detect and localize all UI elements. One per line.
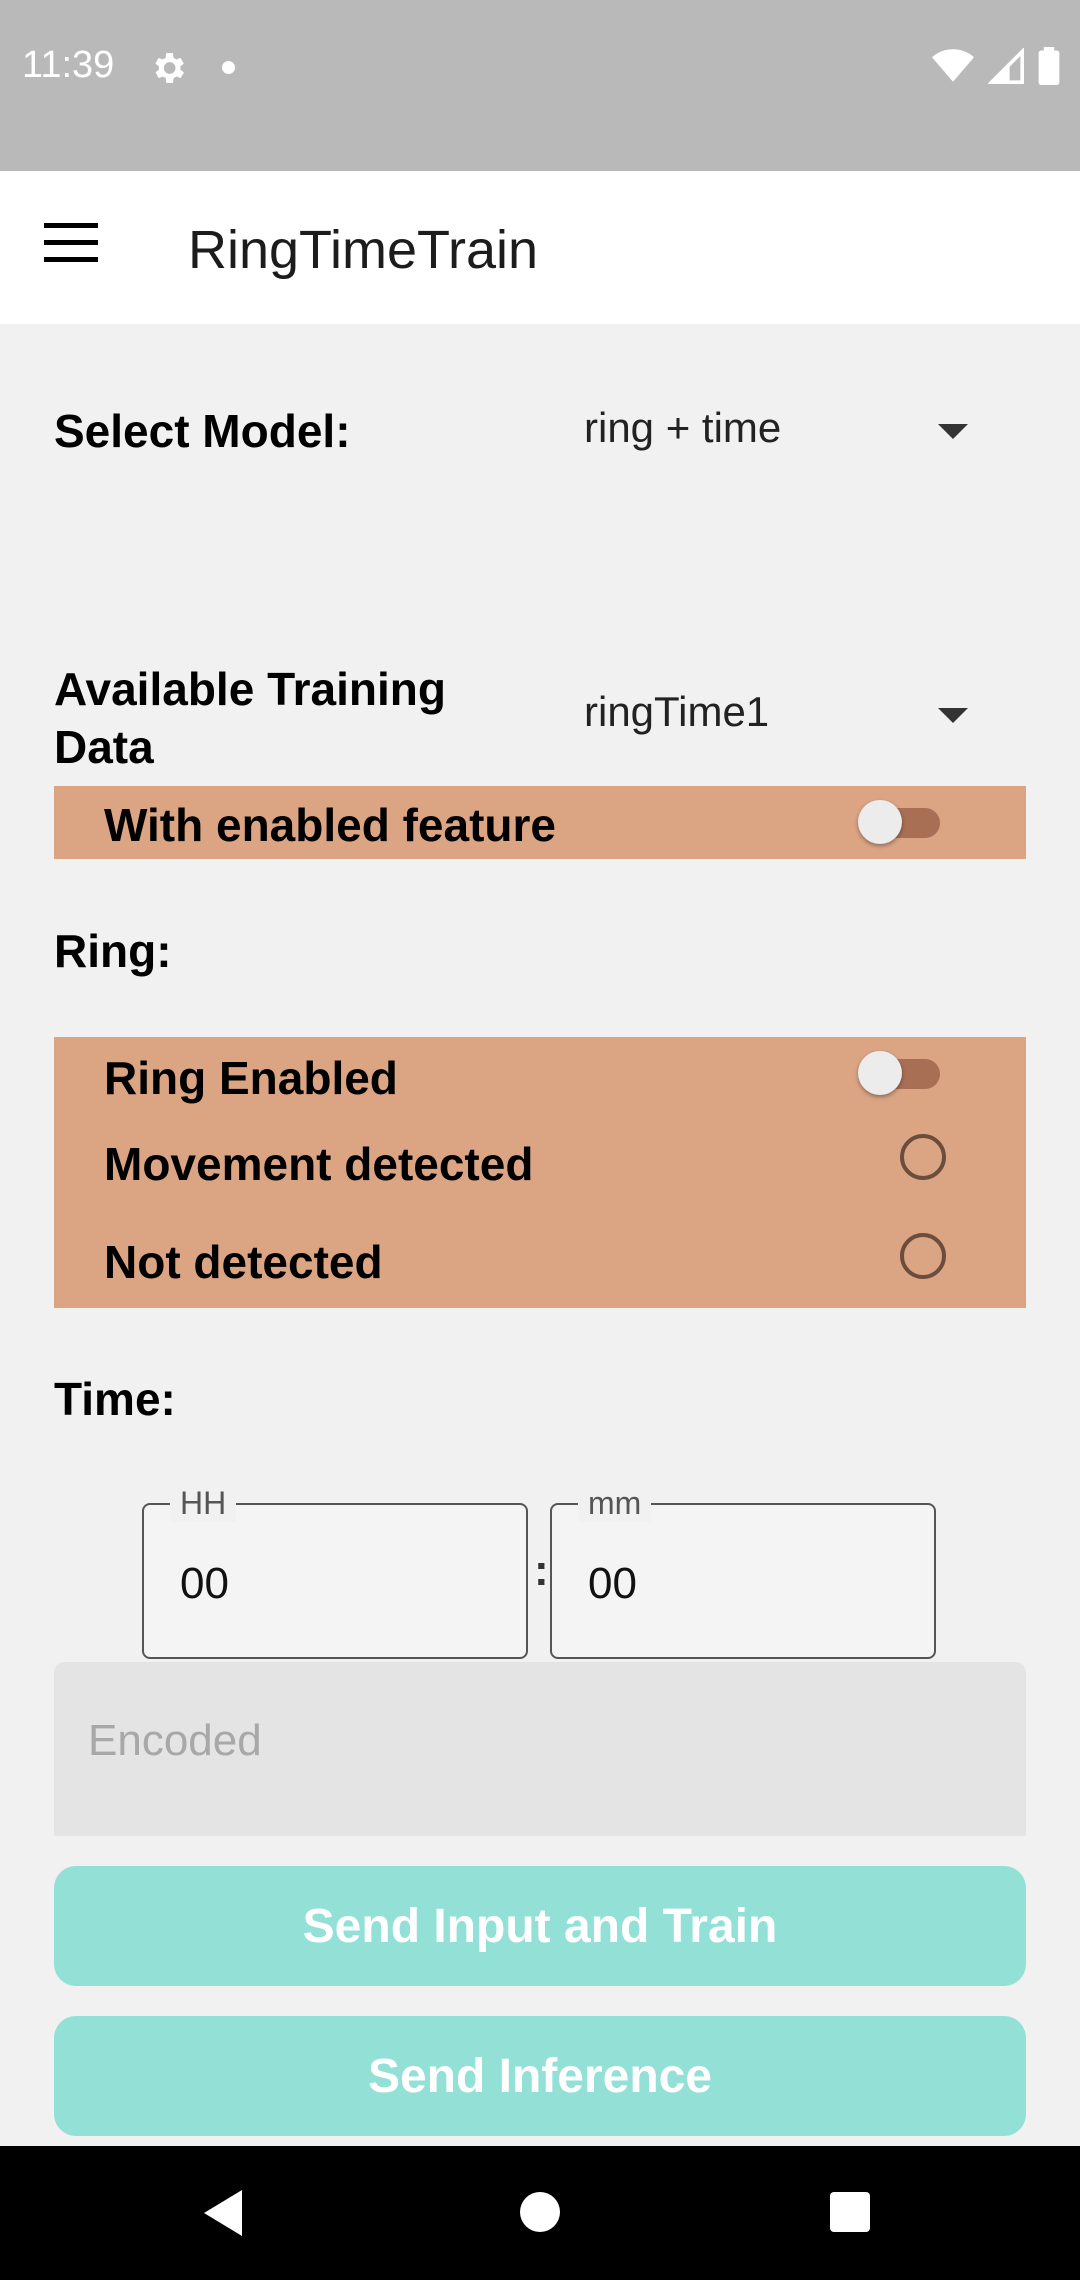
movement-detected-radio[interactable] [900, 1134, 946, 1180]
minutes-field[interactable]: mm 00 [550, 1485, 936, 1659]
menu-icon[interactable] [44, 223, 98, 267]
enabled-feature-panel: With enabled feature [54, 786, 1026, 859]
training-data-label: Available Training Data [54, 663, 446, 773]
encoded-field[interactable]: Encoded [54, 1662, 1026, 1836]
status-icons [932, 46, 1060, 86]
enabled-feature-switch[interactable] [858, 800, 948, 844]
wifi-icon [932, 49, 974, 82]
ring-panel: Ring Enabled Movement detected Not detec… [54, 1037, 1026, 1308]
hours-value: 00 [180, 1559, 229, 1608]
send-input-and-train-button[interactable]: Send Input and Train [54, 1866, 1026, 1986]
app-bar: RingTimeTrain [0, 171, 1080, 324]
dropdown-arrow-icon [938, 424, 968, 439]
model-dropdown[interactable]: ring + time [560, 390, 1000, 470]
navigation-bar [0, 2146, 1080, 2280]
dropdown-arrow-icon [938, 708, 968, 723]
select-model-label: Select Model: [54, 405, 351, 457]
send-inference-button[interactable]: Send Inference [54, 2016, 1026, 2136]
ring-enabled-switch[interactable] [858, 1051, 948, 1095]
app-title: RingTimeTrain [188, 220, 539, 280]
time-separator: : [534, 1546, 549, 1595]
model-selected-value: ring + time [584, 404, 782, 451]
encoded-placeholder: Encoded [88, 1716, 262, 1765]
ring-enabled-label: Ring Enabled [104, 1052, 398, 1104]
minutes-value: 00 [588, 1559, 637, 1608]
gear-icon [155, 53, 184, 83]
training-data-dropdown[interactable]: ringTime1 [560, 674, 1000, 754]
hours-field-label: HH [170, 1485, 237, 1522]
battery-icon [1038, 47, 1060, 85]
home-icon[interactable] [520, 2192, 560, 2232]
back-icon[interactable] [204, 2190, 242, 2236]
signal-icon [988, 48, 1024, 84]
minutes-field-label: mm [578, 1485, 652, 1522]
not-detected-label: Not detected [104, 1236, 383, 1288]
time-heading: Time: [54, 1373, 176, 1425]
training-data-selected-value: ringTime1 [584, 688, 770, 735]
recents-icon[interactable] [830, 2192, 870, 2232]
enabled-feature-label: With enabled feature [104, 799, 556, 851]
status-bar: 11:39 [0, 0, 1080, 171]
status-time: 11:39 [22, 44, 115, 86]
movement-detected-label: Movement detected [104, 1138, 534, 1190]
notification-dot-icon [222, 61, 235, 74]
ring-heading: Ring: [54, 925, 172, 977]
hours-field[interactable]: HH 00 [142, 1485, 528, 1659]
not-detected-radio[interactable] [900, 1233, 946, 1279]
